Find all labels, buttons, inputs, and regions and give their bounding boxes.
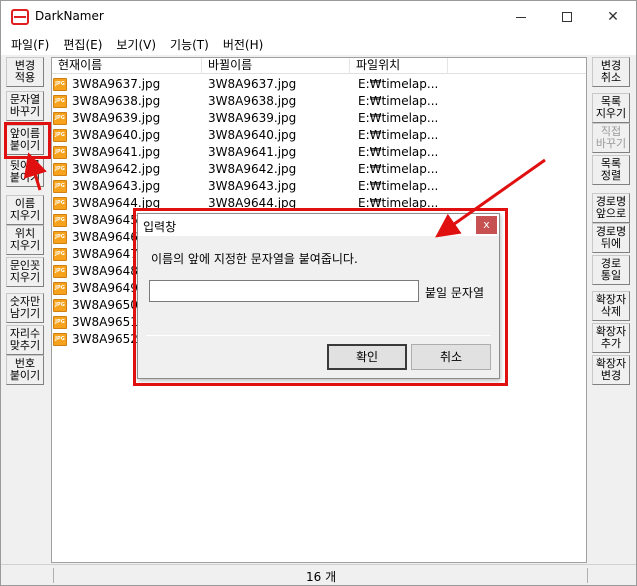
annotation-highlight-prepend [4, 122, 51, 159]
delete-name-button[interactable]: 이름 지우기 [6, 195, 44, 225]
replace-string-button[interactable]: 문자열 바꾸기 [6, 91, 44, 121]
cell-new-name: 3W8A9638.jpg [208, 94, 297, 108]
jpg-file-icon: JPG [53, 95, 67, 108]
jpg-file-icon: JPG [53, 214, 67, 227]
jpg-file-icon: JPG [53, 146, 67, 159]
window-title: DarkNamer [35, 9, 104, 23]
menu-bar: 파일(F) 편집(E) 보기(V) 기능(T) 버전(H) [1, 33, 636, 55]
cell-new-name: 3W8A9639.jpg [208, 111, 297, 125]
table-row[interactable]: JPG 3W8A9642.jpg 3W8A9642.jpg E:₩timelap... [52, 161, 586, 178]
jpg-file-icon: JPG [53, 248, 67, 261]
jpg-file-icon: JPG [53, 78, 67, 91]
cell-file-location: E:₩timelap... [358, 94, 439, 108]
jpg-file-icon: JPG [53, 163, 67, 176]
column-new-name[interactable]: 바뀔이름 [202, 58, 350, 74]
direct-rename-button[interactable]: 직접 바꾸기 [592, 123, 630, 153]
menu-file[interactable]: 파일(F) [11, 36, 49, 53]
status-divider [587, 568, 588, 583]
app-logo-icon [11, 9, 29, 25]
column-current-name[interactable]: 현재이름 [52, 58, 202, 74]
cell-current-name: 3W8A9641.jpg [72, 145, 161, 159]
table-row[interactable]: JPG 3W8A9643.jpg 3W8A9643.jpg E:₩timelap... [52, 178, 586, 195]
cell-new-name: 3W8A9640.jpg [208, 128, 297, 142]
delete-extension-button[interactable]: 확장자 삭제 [592, 291, 630, 321]
menu-edit[interactable]: 편집(E) [63, 36, 102, 53]
table-row[interactable]: JPG 3W8A9640.jpg 3W8A9640.jpg E:₩timelap... [52, 127, 586, 144]
cell-current-name: 3W8A9637.jpg [72, 77, 161, 91]
cell-new-name: 3W8A9642.jpg [208, 162, 297, 176]
unify-path-button[interactable]: 경로 통일 [592, 255, 630, 285]
status-divider [53, 568, 54, 583]
menu-tools[interactable]: 기능(T) [170, 36, 209, 53]
menu-version[interactable]: 버전(H) [223, 36, 263, 53]
jpg-file-icon: JPG [53, 197, 67, 210]
add-number-button[interactable]: 번호 붙이기 [6, 355, 44, 385]
cell-current-name: 3W8A9642.jpg [72, 162, 161, 176]
clear-list-button[interactable]: 목록 지우기 [592, 93, 630, 123]
jpg-file-icon: JPG [53, 231, 67, 244]
minimize-button[interactable] [498, 1, 544, 33]
cell-current-name: 3W8A9643.jpg [72, 179, 161, 193]
jpg-file-icon: JPG [53, 316, 67, 329]
cell-file-location: E:₩timelap... [358, 111, 439, 125]
jpg-file-icon: JPG [53, 129, 67, 142]
jpg-file-icon: JPG [53, 333, 67, 346]
cell-new-name: 3W8A9637.jpg [208, 77, 297, 91]
delete-chars-button[interactable]: 문인꼿 지우기 [6, 257, 44, 287]
delete-position-button[interactable]: 위치 지우기 [6, 225, 44, 255]
undo-changes-button[interactable]: 변경 취소 [592, 57, 630, 87]
jpg-file-icon: JPG [53, 112, 67, 125]
cell-file-location: E:₩timelap... [358, 162, 439, 176]
jpg-file-icon: JPG [53, 180, 67, 193]
table-row[interactable]: JPG 3W8A9638.jpg 3W8A9638.jpg E:₩timelap... [52, 93, 586, 110]
close-button[interactable]: ✕ [590, 1, 636, 33]
add-extension-button[interactable]: 확장자 추가 [592, 323, 630, 353]
minimize-icon [516, 16, 526, 18]
path-suffix-button[interactable]: 경로명 뒤에 [592, 223, 630, 253]
menu-view[interactable]: 보기(V) [116, 36, 156, 53]
table-row[interactable]: JPG 3W8A9639.jpg 3W8A9639.jpg E:₩timelap... [52, 110, 586, 127]
file-count: 16 개 [306, 570, 337, 584]
maximize-button[interactable] [544, 1, 590, 33]
apply-changes-button[interactable]: 변경 적용 [6, 57, 44, 87]
cell-file-location: E:₩timelap... [358, 77, 439, 91]
title-bar[interactable]: DarkNamer ✕ [1, 1, 636, 33]
cell-current-name: 3W8A9638.jpg [72, 94, 161, 108]
table-row[interactable]: JPG 3W8A9641.jpg 3W8A9641.jpg E:₩timelap... [52, 144, 586, 161]
cell-current-name: 3W8A9639.jpg [72, 111, 161, 125]
column-file-location[interactable]: 파일위치 [350, 58, 448, 74]
close-icon: ✕ [607, 9, 619, 25]
cell-new-name: 3W8A9641.jpg [208, 145, 297, 159]
keep-numbers-button[interactable]: 숫자만 남기기 [6, 293, 44, 323]
change-extension-button[interactable]: 확장자 변경 [592, 355, 630, 385]
jpg-file-icon: JPG [53, 299, 67, 312]
cell-file-location: E:₩timelap... [358, 145, 439, 159]
status-bar: 16 개 [1, 564, 636, 585]
maximize-icon [562, 12, 572, 22]
path-prefix-button[interactable]: 경로명 앞으로 [592, 193, 630, 223]
cell-file-location: E:₩timelap... [358, 128, 439, 142]
cell-current-name: 3W8A9640.jpg [72, 128, 161, 142]
sort-list-button[interactable]: 목록 정렬 [592, 155, 630, 185]
list-header: 현재이름 바뀔이름 파일위치 [52, 58, 586, 74]
table-row[interactable]: JPG 3W8A9637.jpg 3W8A9637.jpg E:₩timelap... [52, 76, 586, 93]
cell-new-name: 3W8A9643.jpg [208, 179, 297, 193]
pad-digits-button[interactable]: 자리수 맞추기 [6, 325, 44, 355]
cell-file-location: E:₩timelap... [358, 179, 439, 193]
annotation-highlight-dialog [133, 208, 508, 386]
jpg-file-icon: JPG [53, 282, 67, 295]
jpg-file-icon: JPG [53, 265, 67, 278]
append-name-button[interactable]: 뒷이름 붙이기 [6, 157, 44, 187]
